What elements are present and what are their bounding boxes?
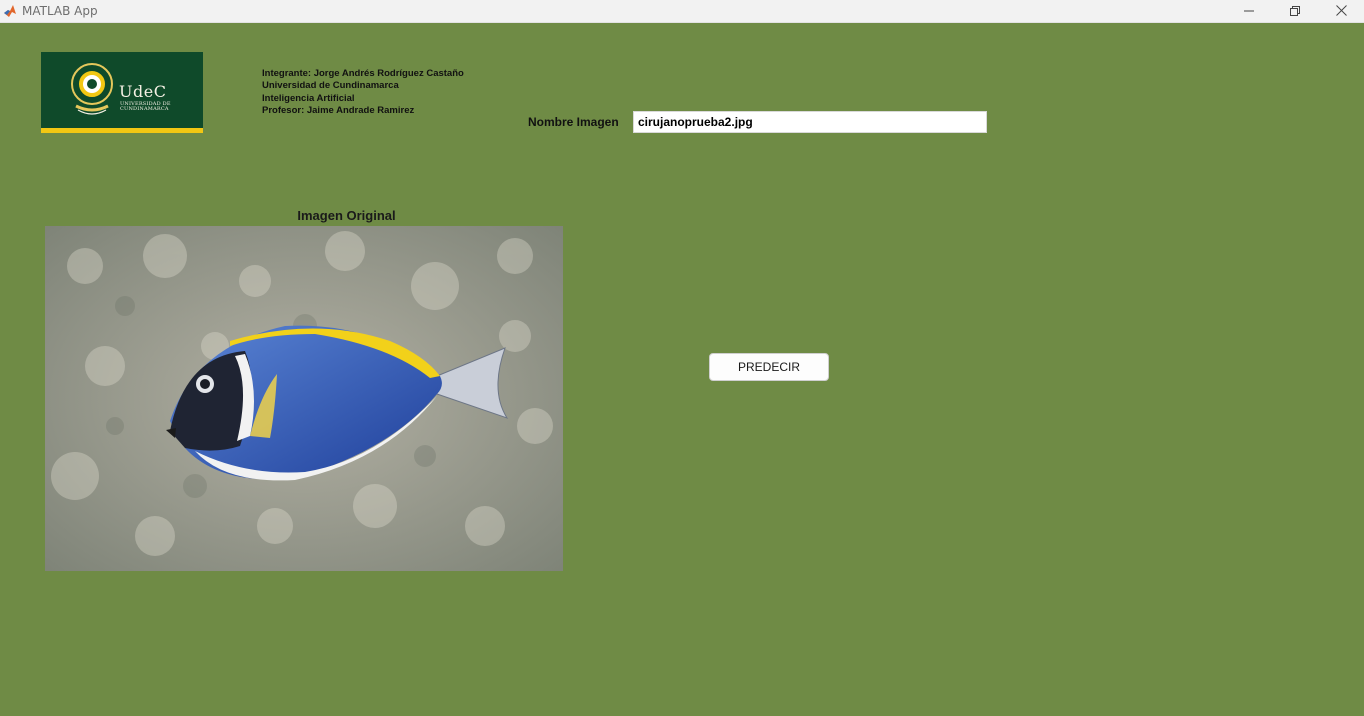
credits-student: Integrante: Jorge Andrés Rodríguez Casta… — [262, 68, 464, 79]
logo-subtitle-line-2: CUNDINAMARCA — [120, 106, 169, 112]
original-image — [45, 226, 563, 571]
logo-name: UdeC — [119, 82, 167, 101]
udec-logo: UdeC UNIVERSIDAD DE CUNDINAMARCA — [41, 52, 203, 133]
credits-course: Inteligencia Artificial — [262, 92, 355, 104]
minimize-icon — [1244, 3, 1254, 21]
close-button[interactable] — [1318, 0, 1364, 23]
credits-professor: Profesor: Jaime Andrade Ramirez — [262, 104, 415, 116]
image-name-label: Nombre Imagen — [528, 115, 619, 129]
logo-subtitle: UNIVERSIDAD DE CUNDINAMARCA — [120, 102, 171, 112]
title-bar: MATLAB App — [0, 0, 1364, 23]
window-title: MATLAB App — [22, 4, 98, 18]
matlab-icon — [3, 4, 17, 18]
predict-button[interactable]: PREDECIR — [709, 353, 829, 381]
seal-icon — [70, 60, 114, 120]
image-name-field[interactable] — [633, 111, 987, 133]
minimize-button[interactable] — [1226, 0, 1272, 23]
restore-button[interactable] — [1272, 0, 1318, 23]
restore-icon — [1290, 3, 1300, 21]
credits-block: Integrante: Jorge Andrés Rodríguez Casta… — [262, 68, 464, 117]
close-icon — [1335, 3, 1347, 21]
app-canvas: UdeC UNIVERSIDAD DE CUNDINAMARCA Integra… — [0, 23, 1364, 716]
credits-university: Universidad de Cundinamarca — [262, 80, 399, 92]
axes-title: Imagen Original — [297, 208, 396, 223]
